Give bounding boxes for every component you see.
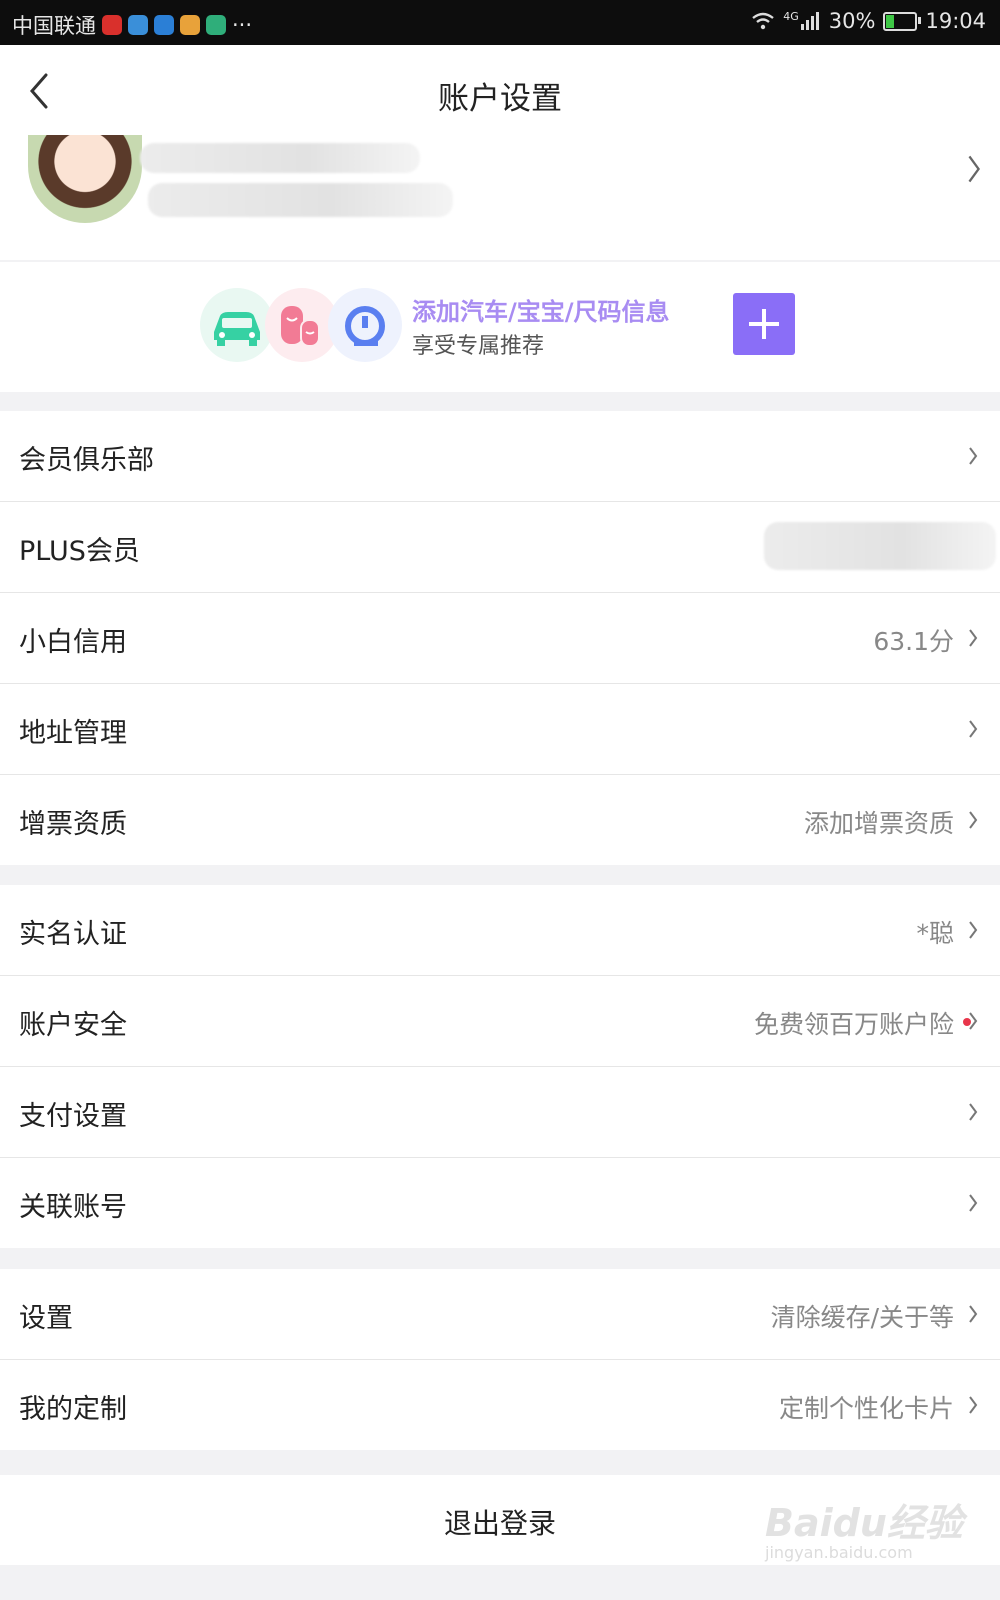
- settings-group-general: 设置 清除缓存/关于等 我的定制 定制个性化卡片: [0, 1269, 1000, 1450]
- redacted-username: [140, 143, 420, 173]
- row-label: 账户安全: [19, 1010, 127, 1041]
- chevron-right-icon: [969, 447, 978, 465]
- row-label: 增票资质: [19, 809, 127, 840]
- carrier-label: 中国联通: [12, 14, 96, 38]
- watermark-url: jingyan.baidu.com: [765, 1543, 913, 1562]
- chevron-right-icon: [969, 1305, 978, 1323]
- row-value: 添加增票资质: [803, 809, 954, 838]
- row-credit[interactable]: 小白信用 63.1分: [0, 593, 1000, 684]
- row-linked-accounts[interactable]: 关联账号: [0, 1158, 1000, 1248]
- baidu-watermark: Baidu经验 jingyan.baidu.com: [765, 1492, 975, 1572]
- row-value: 清除缓存/关于等: [770, 1303, 954, 1332]
- wifi-icon: [752, 12, 774, 30]
- banner-title: 添加汽车/宝宝/尺码信息: [412, 298, 670, 326]
- row-payment-settings[interactable]: 支付设置: [0, 1067, 1000, 1158]
- row-label: 关联账号: [19, 1192, 127, 1223]
- chevron-right-icon: [969, 629, 978, 647]
- row-real-name[interactable]: 实名认证 *聪: [0, 885, 1000, 976]
- status-right: 4G 30% 19:04: [751, 9, 986, 33]
- battery-percent: 30%: [828, 9, 876, 33]
- car-icon: [200, 288, 274, 362]
- row-label: 会员俱乐部: [19, 445, 154, 476]
- row-label: 设置: [19, 1303, 73, 1334]
- chevron-right-icon: [969, 1012, 978, 1030]
- settings-group-membership: 会员俱乐部 PLUS会员 小白信用 63.1分 地址管理 增票资质 添加增票资质: [0, 411, 1000, 865]
- row-settings[interactable]: 设置 清除缓存/关于等: [0, 1269, 1000, 1360]
- chevron-right-icon: [969, 1103, 978, 1121]
- app-notification-icon: [128, 15, 148, 35]
- redacted-plus-status: [764, 522, 996, 570]
- more-notifications: ···: [232, 13, 253, 37]
- banner-subtitle: 享受专属推荐: [412, 334, 545, 359]
- row-member-club[interactable]: 会员俱乐部: [0, 411, 1000, 502]
- battery-level: [886, 14, 895, 28]
- row-value: *聪: [916, 919, 954, 948]
- add-info-button[interactable]: [733, 293, 795, 355]
- profile-info-banner[interactable]: 添加汽车/宝宝/尺码信息 享受专属推荐: [0, 262, 1000, 392]
- app-notification-icon: [206, 15, 226, 35]
- row-account-security[interactable]: 账户安全 免费领百万账户险: [0, 976, 1000, 1067]
- row-vat-invoice[interactable]: 增票资质 添加增票资质: [0, 775, 1000, 865]
- chevron-right-icon: [969, 1194, 978, 1212]
- row-label: 小白信用: [19, 627, 127, 658]
- credit-score: 63.1分: [873, 627, 954, 656]
- row-address[interactable]: 地址管理: [0, 684, 1000, 775]
- row-label: 实名认证: [19, 919, 127, 950]
- row-label: 我的定制: [19, 1394, 127, 1425]
- chevron-right-icon[interactable]: [966, 153, 982, 185]
- chevron-right-icon: [969, 921, 978, 939]
- network-type: 4G: [783, 9, 799, 23]
- tape-measure-icon: [328, 288, 402, 362]
- watermark-brand: Baidu经验: [765, 1501, 963, 1545]
- weibo-icon: [180, 15, 200, 35]
- settings-group-security: 实名认证 *聪 账户安全 免费领百万账户险 支付设置 关联账号: [0, 885, 1000, 1248]
- nav-bar: 账户设置: [0, 45, 1000, 135]
- battery-icon: [883, 11, 922, 31]
- clock: 19:04: [925, 9, 986, 33]
- status-left: 中国联通 ···: [12, 10, 252, 40]
- row-plus-member[interactable]: PLUS会员: [0, 502, 1000, 593]
- row-label: 地址管理: [19, 718, 127, 749]
- avatar[interactable]: [28, 135, 142, 223]
- profile-card[interactable]: [0, 135, 1000, 260]
- status-bar: 中国联通 ··· 4G 30% 19:04: [0, 0, 1000, 45]
- chevron-right-icon: [969, 720, 978, 738]
- app-notification-icon: [102, 15, 122, 35]
- row-label: 支付设置: [19, 1101, 127, 1132]
- chevron-right-icon: [969, 811, 978, 829]
- signal-icon: [800, 12, 819, 30]
- chevron-right-icon: [969, 1396, 978, 1414]
- row-label: PLUS会员: [19, 536, 140, 567]
- app-notification-icon: [154, 15, 174, 35]
- page-title: 账户设置: [438, 81, 562, 117]
- row-customization[interactable]: 我的定制 定制个性化卡片: [0, 1360, 1000, 1450]
- row-value: 定制个性化卡片: [778, 1394, 954, 1423]
- redacted-account-info: [148, 183, 453, 217]
- row-value: 免费领百万账户险: [753, 1010, 954, 1039]
